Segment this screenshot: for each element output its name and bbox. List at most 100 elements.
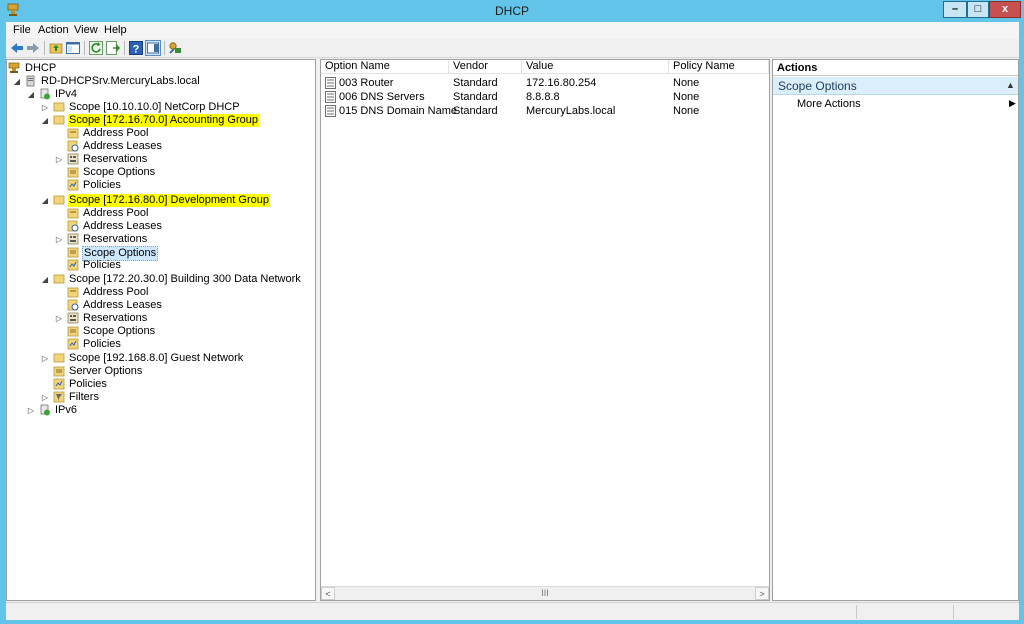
tree-label: Scope Options (83, 325, 156, 337)
scope-options-icon (67, 167, 79, 178)
tree-label: DHCP (25, 62, 57, 74)
close-button[interactable]: x (989, 1, 1021, 18)
folder-icon (53, 353, 65, 363)
tree-label: Scope [172.16.80.0] Development Group (68, 194, 270, 207)
expand-icon[interactable]: ▷ (41, 352, 49, 365)
cell-vendor: Standard (453, 91, 498, 103)
scope-options-icon (67, 247, 79, 258)
cell-value: 8.8.8.8 (526, 91, 560, 103)
folder-icon (53, 115, 65, 125)
maximize-button[interactable]: □ (967, 1, 989, 18)
cell-value: MercuryLabs.local (526, 105, 616, 117)
minimize-button[interactable]: – (943, 1, 967, 18)
column-header-policy-name[interactable]: Policy Name (669, 60, 769, 74)
expand-icon[interactable]: ▷ (27, 404, 35, 417)
more-actions-label: More Actions (797, 98, 861, 110)
collapse-icon[interactable]: ◢ (27, 88, 35, 101)
option-icon (325, 77, 336, 89)
back-arrow-icon[interactable] (9, 40, 25, 56)
column-header-option-name[interactable]: Option Name (321, 60, 449, 74)
option-list[interactable]: Option Name Vendor Value Policy Name 003… (320, 59, 770, 601)
expand-icon[interactable]: ▷ (41, 101, 49, 114)
column-header-value[interactable]: Value (522, 60, 669, 74)
menu-help[interactable]: Help (104, 24, 127, 36)
tree-label: Scope [172.16.70.0] Accounting Group (68, 114, 259, 127)
tree-label: Address Pool (83, 127, 149, 139)
cell-option-name: 006 DNS Servers (339, 91, 425, 103)
help-icon[interactable]: ? (128, 40, 144, 56)
reservations-icon (67, 312, 79, 324)
folder-icon (53, 195, 65, 205)
menu-file[interactable]: File (13, 24, 31, 36)
menu-bar: File Action View Help (6, 22, 1019, 38)
table-row[interactable]: 006 DNS Servers Standard 8.8.8.8 None (324, 90, 764, 104)
toolbar: ? (6, 38, 1019, 58)
status-segment (856, 605, 953, 619)
cell-vendor: Standard (453, 105, 498, 117)
forward-arrow-icon[interactable] (25, 40, 41, 56)
dhcp-icon (8, 62, 20, 73)
policies-icon (67, 179, 79, 191)
scroll-left-icon[interactable]: < (321, 587, 335, 600)
tree-label: IPv4 (55, 88, 78, 100)
folder-icon (53, 102, 65, 112)
menu-view[interactable]: View (74, 24, 98, 36)
tree-label: Address Pool (83, 207, 149, 219)
export-list-icon[interactable] (105, 40, 121, 56)
folder-icon (53, 274, 65, 284)
expand-icon[interactable]: ▷ (41, 391, 49, 404)
refresh-icon[interactable] (88, 40, 104, 56)
actions-section-label: Scope Options (778, 79, 857, 93)
scroll-thumb[interactable]: III (337, 588, 753, 599)
show-hide-tree-icon[interactable] (65, 40, 81, 56)
expand-icon[interactable]: ▷ (55, 153, 63, 166)
up-folder-icon[interactable] (48, 40, 64, 56)
actions-header: Actions (773, 60, 1018, 76)
toolbar-separator (164, 41, 165, 55)
expand-icon[interactable]: ▷ (55, 233, 63, 246)
cell-vendor: Standard (453, 77, 498, 89)
tree-label: Policies (83, 338, 121, 350)
policies-icon (53, 378, 65, 390)
collapse-icon[interactable]: ◢ (13, 75, 21, 88)
policies-icon (67, 338, 79, 350)
tree-label: Address Leases (83, 140, 162, 152)
scroll-right-icon[interactable]: > (755, 587, 769, 600)
actions-section-scope-options[interactable]: Scope Options ▲ (773, 77, 1018, 95)
horizontal-scrollbar[interactable]: < III > (321, 586, 769, 600)
cell-policy-name: None (673, 105, 700, 117)
console-tree[interactable]: DHCP ◢ RD-DHCPSrv.MercuryLabs.local ◢ IP… (6, 59, 316, 601)
expand-icon[interactable]: ▷ (55, 312, 63, 325)
cell-option-name: 003 Router (339, 77, 394, 89)
collapse-icon[interactable]: ◢ (41, 114, 49, 127)
table-row[interactable]: 003 Router Standard 172.16.80.254 None (324, 76, 764, 90)
tree-label: Scope Options (83, 166, 156, 178)
option-icon (325, 105, 336, 117)
address-pool-icon (67, 287, 79, 298)
show-action-pane-icon[interactable] (145, 40, 161, 56)
tree-label: Address Pool (83, 286, 149, 298)
cell-option-name: 015 DNS Domain Name (339, 105, 457, 117)
title-bar: DHCP – □ x (0, 0, 1024, 22)
menu-action[interactable]: Action (38, 24, 69, 36)
policies-icon (67, 259, 79, 271)
tree-label: Policies (83, 259, 121, 271)
collapse-up-icon[interactable]: ▲ (1006, 80, 1015, 90)
collapse-icon[interactable]: ◢ (41, 273, 49, 286)
tree-label: RD-DHCPSrv.MercuryLabs.local (41, 75, 200, 87)
table-row[interactable]: 015 DNS Domain Name Standard MercuryLabs… (324, 104, 764, 118)
status-segment (953, 605, 1019, 619)
tree-label: Policies (69, 378, 107, 390)
more-actions-item[interactable]: More Actions ▶ (773, 97, 1018, 111)
filter-icon (53, 391, 65, 403)
column-header-vendor[interactable]: Vendor (449, 60, 522, 74)
toolbar-separator (44, 41, 45, 55)
window-title: DHCP (494, 4, 529, 18)
manage-authorized-servers-icon[interactable] (167, 40, 183, 56)
cell-policy-name: None (673, 91, 700, 103)
toolbar-separator (124, 41, 125, 55)
cell-policy-name: None (673, 77, 700, 89)
mmc-frame: File Action View Help ? DHCP ◢ RD-DHCPSr… (6, 22, 1019, 620)
actions-pane: Actions Scope Options ▲ More Actions ▶ (772, 59, 1019, 601)
collapse-icon[interactable]: ◢ (41, 194, 49, 207)
